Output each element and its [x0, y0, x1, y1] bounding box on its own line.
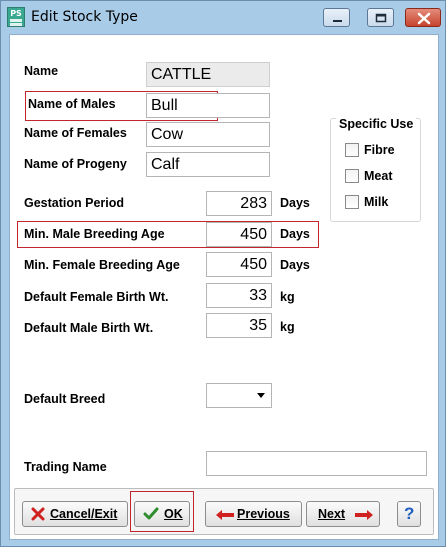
help-icon: ? [404, 504, 415, 523]
previous-button[interactable]: Previous [205, 501, 302, 527]
maximize-button[interactable] [367, 8, 394, 27]
min-male-age-label: Min. Male Breeding Age [24, 227, 165, 241]
males-label: Name of Males [28, 97, 116, 111]
previous-label: Previous [237, 507, 290, 521]
green-check-icon [143, 507, 159, 520]
name-label: Name [24, 64, 59, 78]
min-male-age-field[interactable]: 450 [206, 222, 272, 247]
ok-button[interactable]: OK [134, 501, 190, 527]
males-field[interactable]: Bull [146, 93, 270, 118]
default-breed-select[interactable] [206, 383, 272, 408]
left-arrow-icon [216, 510, 234, 520]
females-field[interactable]: Cow [146, 122, 270, 147]
fibre-checkbox[interactable] [345, 143, 359, 157]
form-body: Name CATTLE Name of Males Bull Name of F… [9, 34, 439, 540]
gestation-unit: Days [280, 196, 310, 210]
gestation-label: Gestation Period [24, 196, 125, 210]
window-title: Edit Stock Type [31, 9, 138, 25]
minimize-button[interactable] [323, 8, 350, 27]
gestation-field[interactable]: 283 [206, 191, 272, 216]
female-birth-wt-label: Default Female Birth Wt. [24, 290, 169, 304]
red-x-icon [31, 507, 45, 521]
min-female-age-field[interactable]: 450 [206, 252, 272, 277]
title-bar[interactable]: PS Edit Stock Type [1, 1, 445, 34]
close-button[interactable] [405, 8, 441, 27]
edit-stock-type-window: PS Edit Stock Type Name CATTLE Name of M… [0, 0, 446, 547]
ok-label: OK [164, 507, 183, 521]
right-arrow-icon [355, 510, 373, 520]
close-icon [417, 12, 431, 25]
maximize-icon [375, 13, 387, 23]
male-birth-wt-unit: kg [280, 320, 295, 334]
app-icon-text: PS [10, 9, 22, 18]
default-breed-label: Default Breed [24, 392, 106, 406]
female-birth-wt-unit: kg [280, 290, 295, 304]
minimize-icon [333, 20, 342, 22]
milk-checkbox[interactable] [345, 195, 359, 209]
male-birth-wt-label: Default Male Birth Wt. [24, 321, 154, 335]
male-birth-wt-field[interactable]: 35 [206, 313, 272, 338]
help-button[interactable]: ? [397, 501, 421, 527]
cancel-exit-button[interactable]: Cancel/Exit [22, 501, 128, 527]
min-female-age-label: Min. Female Breeding Age [24, 258, 180, 272]
next-label: Next [318, 507, 346, 521]
next-button[interactable]: Next [306, 501, 380, 527]
fibre-label[interactable]: Fibre [364, 143, 395, 157]
progeny-label: Name of Progeny [24, 157, 127, 171]
cancel-exit-label: Cancel/Exit [50, 507, 118, 521]
meat-checkbox[interactable] [345, 169, 359, 183]
females-label: Name of Females [24, 126, 127, 140]
name-field: CATTLE [146, 62, 270, 87]
meat-label[interactable]: Meat [364, 169, 392, 183]
min-female-age-unit: Days [280, 258, 310, 272]
app-icon: PS [7, 7, 25, 27]
milk-label[interactable]: Milk [364, 195, 388, 209]
min-male-age-unit: Days [280, 227, 310, 241]
progeny-field[interactable]: Calf [146, 152, 270, 177]
trading-name-field[interactable] [206, 451, 427, 476]
chevron-down-icon [257, 393, 265, 398]
trading-name-label: Trading Name [24, 460, 107, 474]
female-birth-wt-field[interactable]: 33 [206, 283, 272, 308]
specific-use-title: Specific Use [336, 117, 417, 131]
